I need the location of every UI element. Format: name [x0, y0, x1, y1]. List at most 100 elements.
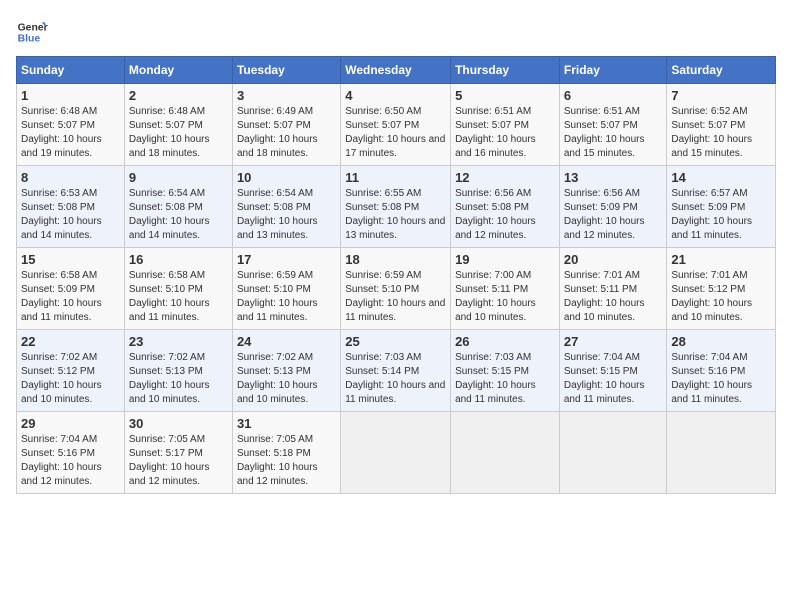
calendar-cell: 4 Sunrise: 6:50 AMSunset: 5:07 PMDayligh…: [341, 84, 451, 166]
day-number: 19: [455, 252, 555, 267]
day-number: 25: [345, 334, 446, 349]
calendar-cell: 5 Sunrise: 6:51 AMSunset: 5:07 PMDayligh…: [451, 84, 560, 166]
header-cell-friday: Friday: [559, 57, 667, 84]
day-number: 5: [455, 88, 555, 103]
day-number: 8: [21, 170, 120, 185]
day-info: Sunrise: 6:50 AMSunset: 5:07 PMDaylight:…: [345, 106, 445, 159]
header-cell-saturday: Saturday: [667, 57, 776, 84]
day-info: Sunrise: 6:51 AMSunset: 5:07 PMDaylight:…: [455, 106, 536, 159]
day-number: 27: [564, 334, 663, 349]
svg-text:Blue: Blue: [18, 34, 41, 45]
calendar-cell: 26 Sunrise: 7:03 AMSunset: 5:15 PMDaylig…: [451, 330, 560, 412]
day-info: Sunrise: 6:59 AMSunset: 5:10 PMDaylight:…: [345, 270, 445, 323]
day-number: 17: [237, 252, 336, 267]
calendar-table: SundayMondayTuesdayWednesdayThursdayFrid…: [16, 56, 776, 494]
calendar-cell: [451, 412, 560, 494]
day-info: Sunrise: 7:03 AMSunset: 5:15 PMDaylight:…: [455, 352, 536, 405]
day-number: 22: [21, 334, 120, 349]
logo: General Blue: [16, 16, 48, 48]
day-number: 9: [129, 170, 228, 185]
day-number: 23: [129, 334, 228, 349]
week-row-4: 22 Sunrise: 7:02 AMSunset: 5:12 PMDaylig…: [17, 330, 776, 412]
day-info: Sunrise: 7:05 AMSunset: 5:17 PMDaylight:…: [129, 434, 210, 487]
calendar-cell: 22 Sunrise: 7:02 AMSunset: 5:12 PMDaylig…: [17, 330, 125, 412]
day-number: 2: [129, 88, 228, 103]
day-number: 13: [564, 170, 663, 185]
day-info: Sunrise: 6:59 AMSunset: 5:10 PMDaylight:…: [237, 270, 318, 323]
calendar-cell: 16 Sunrise: 6:58 AMSunset: 5:10 PMDaylig…: [124, 248, 232, 330]
calendar-cell: 19 Sunrise: 7:00 AMSunset: 5:11 PMDaylig…: [451, 248, 560, 330]
week-row-2: 8 Sunrise: 6:53 AMSunset: 5:08 PMDayligh…: [17, 166, 776, 248]
day-number: 14: [671, 170, 771, 185]
day-info: Sunrise: 6:57 AMSunset: 5:09 PMDaylight:…: [671, 188, 752, 241]
calendar-cell: 12 Sunrise: 6:56 AMSunset: 5:08 PMDaylig…: [451, 166, 560, 248]
calendar-cell: 20 Sunrise: 7:01 AMSunset: 5:11 PMDaylig…: [559, 248, 667, 330]
day-number: 31: [237, 416, 336, 431]
calendar-cell: 10 Sunrise: 6:54 AMSunset: 5:08 PMDaylig…: [232, 166, 340, 248]
header: General Blue: [16, 16, 776, 48]
day-number: 10: [237, 170, 336, 185]
day-info: Sunrise: 6:54 AMSunset: 5:08 PMDaylight:…: [129, 188, 210, 241]
header-cell-thursday: Thursday: [451, 57, 560, 84]
day-info: Sunrise: 6:58 AMSunset: 5:09 PMDaylight:…: [21, 270, 102, 323]
calendar-body: 1 Sunrise: 6:48 AMSunset: 5:07 PMDayligh…: [17, 84, 776, 494]
calendar-cell: 17 Sunrise: 6:59 AMSunset: 5:10 PMDaylig…: [232, 248, 340, 330]
day-number: 12: [455, 170, 555, 185]
day-info: Sunrise: 7:02 AMSunset: 5:13 PMDaylight:…: [129, 352, 210, 405]
calendar-cell: 24 Sunrise: 7:02 AMSunset: 5:13 PMDaylig…: [232, 330, 340, 412]
day-info: Sunrise: 7:03 AMSunset: 5:14 PMDaylight:…: [345, 352, 445, 405]
logo-icon: General Blue: [16, 16, 48, 48]
day-info: Sunrise: 6:54 AMSunset: 5:08 PMDaylight:…: [237, 188, 318, 241]
day-number: 30: [129, 416, 228, 431]
calendar-cell: [341, 412, 451, 494]
calendar-cell: 2 Sunrise: 6:48 AMSunset: 5:07 PMDayligh…: [124, 84, 232, 166]
calendar-cell: 15 Sunrise: 6:58 AMSunset: 5:09 PMDaylig…: [17, 248, 125, 330]
day-number: 7: [671, 88, 771, 103]
day-info: Sunrise: 6:48 AMSunset: 5:07 PMDaylight:…: [129, 106, 210, 159]
day-info: Sunrise: 6:48 AMSunset: 5:07 PMDaylight:…: [21, 106, 102, 159]
header-cell-tuesday: Tuesday: [232, 57, 340, 84]
day-number: 24: [237, 334, 336, 349]
calendar-header-row: SundayMondayTuesdayWednesdayThursdayFrid…: [17, 57, 776, 84]
day-number: 1: [21, 88, 120, 103]
week-row-5: 29 Sunrise: 7:04 AMSunset: 5:16 PMDaylig…: [17, 412, 776, 494]
day-info: Sunrise: 7:04 AMSunset: 5:15 PMDaylight:…: [564, 352, 645, 405]
day-number: 21: [671, 252, 771, 267]
day-number: 6: [564, 88, 663, 103]
calendar-cell: 3 Sunrise: 6:49 AMSunset: 5:07 PMDayligh…: [232, 84, 340, 166]
day-info: Sunrise: 6:49 AMSunset: 5:07 PMDaylight:…: [237, 106, 318, 159]
day-info: Sunrise: 7:02 AMSunset: 5:12 PMDaylight:…: [21, 352, 102, 405]
week-row-1: 1 Sunrise: 6:48 AMSunset: 5:07 PMDayligh…: [17, 84, 776, 166]
calendar-cell: 11 Sunrise: 6:55 AMSunset: 5:08 PMDaylig…: [341, 166, 451, 248]
week-row-3: 15 Sunrise: 6:58 AMSunset: 5:09 PMDaylig…: [17, 248, 776, 330]
day-info: Sunrise: 6:51 AMSunset: 5:07 PMDaylight:…: [564, 106, 645, 159]
day-info: Sunrise: 7:01 AMSunset: 5:12 PMDaylight:…: [671, 270, 752, 323]
calendar-cell: 21 Sunrise: 7:01 AMSunset: 5:12 PMDaylig…: [667, 248, 776, 330]
day-number: 15: [21, 252, 120, 267]
calendar-cell: 1 Sunrise: 6:48 AMSunset: 5:07 PMDayligh…: [17, 84, 125, 166]
calendar-cell: [667, 412, 776, 494]
day-info: Sunrise: 7:00 AMSunset: 5:11 PMDaylight:…: [455, 270, 536, 323]
day-number: 3: [237, 88, 336, 103]
day-info: Sunrise: 7:04 AMSunset: 5:16 PMDaylight:…: [671, 352, 752, 405]
day-info: Sunrise: 6:55 AMSunset: 5:08 PMDaylight:…: [345, 188, 445, 241]
day-info: Sunrise: 7:02 AMSunset: 5:13 PMDaylight:…: [237, 352, 318, 405]
calendar-cell: 9 Sunrise: 6:54 AMSunset: 5:08 PMDayligh…: [124, 166, 232, 248]
day-info: Sunrise: 6:52 AMSunset: 5:07 PMDaylight:…: [671, 106, 752, 159]
calendar-cell: 30 Sunrise: 7:05 AMSunset: 5:17 PMDaylig…: [124, 412, 232, 494]
day-number: 18: [345, 252, 446, 267]
day-number: 28: [671, 334, 771, 349]
calendar-cell: 14 Sunrise: 6:57 AMSunset: 5:09 PMDaylig…: [667, 166, 776, 248]
calendar-cell: 23 Sunrise: 7:02 AMSunset: 5:13 PMDaylig…: [124, 330, 232, 412]
day-info: Sunrise: 6:58 AMSunset: 5:10 PMDaylight:…: [129, 270, 210, 323]
day-number: 4: [345, 88, 446, 103]
day-info: Sunrise: 7:04 AMSunset: 5:16 PMDaylight:…: [21, 434, 102, 487]
day-number: 11: [345, 170, 446, 185]
header-cell-sunday: Sunday: [17, 57, 125, 84]
header-cell-wednesday: Wednesday: [341, 57, 451, 84]
calendar-cell: 25 Sunrise: 7:03 AMSunset: 5:14 PMDaylig…: [341, 330, 451, 412]
day-number: 26: [455, 334, 555, 349]
day-number: 20: [564, 252, 663, 267]
day-info: Sunrise: 6:56 AMSunset: 5:08 PMDaylight:…: [455, 188, 536, 241]
day-number: 16: [129, 252, 228, 267]
